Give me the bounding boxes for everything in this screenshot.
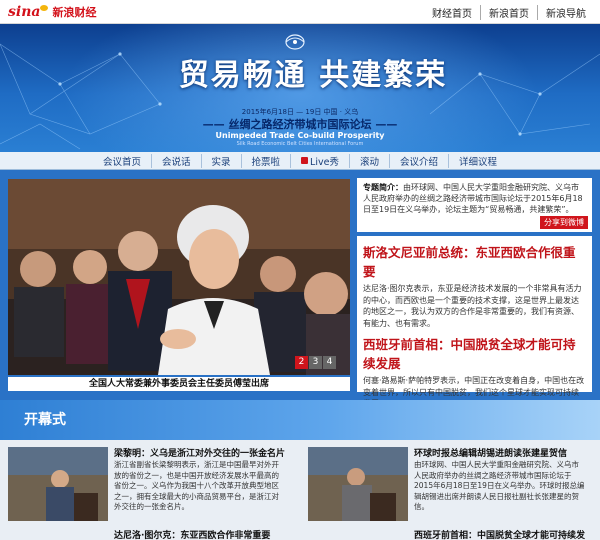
slideshow-pager: 2 3 4 bbox=[294, 356, 336, 369]
nav-item-rolling[interactable]: 滚动 bbox=[348, 153, 389, 168]
nav-label: Live秀 bbox=[310, 156, 339, 168]
link-sina-nav[interactable]: 新浪导航 bbox=[537, 5, 594, 20]
news-card-1: 梁黎明：义乌是浙江对外交往的一张金名片 浙江省副省长梁黎明表示，浙江是中国最早对… bbox=[0, 444, 288, 540]
live-icon bbox=[301, 157, 309, 164]
topic-intro: 专题简介：由环球网、中国人民大学重阳金融研究院、义乌市人民政府举办的丝绸之路经济… bbox=[357, 178, 592, 232]
headline-1-text: 达尼洛·图尔克表示，东亚是经济技术发展的一个非常具有活力的中心，而西欧也是一个重… bbox=[363, 284, 582, 328]
nav-item-home[interactable]: 会议首页 bbox=[93, 154, 151, 168]
feature-photo-image bbox=[8, 179, 350, 375]
news-card-1-thumb[interactable] bbox=[8, 447, 108, 521]
banner-title: 贸易畅通 共建繁荣 bbox=[178, 58, 448, 93]
feature-photo[interactable] bbox=[8, 179, 350, 375]
share-weibo-button[interactable]: 分享到微博 bbox=[540, 216, 588, 229]
nav-label: 会议介绍 bbox=[399, 156, 438, 168]
finance-logo-text: 新浪财经 bbox=[52, 6, 97, 19]
news-card-2: 环球时报总编辑胡锡进朗读张建星贺信 由环球网、中国人民大学重阳金融研究院、义乌市… bbox=[300, 444, 588, 540]
nav-label: 实录 bbox=[211, 156, 231, 168]
news-card-1-title[interactable]: 梁黎明：义乌是浙江对外交往的一张金名片 bbox=[114, 446, 286, 459]
sina-eye-icon bbox=[40, 5, 49, 11]
nav-item-tickets[interactable]: 抢票啦 bbox=[240, 153, 291, 168]
pager-page-4[interactable]: 4 bbox=[323, 356, 336, 369]
forum-emblem-icon bbox=[285, 34, 305, 50]
link-finance-home[interactable]: 财经首页 bbox=[424, 5, 480, 20]
news-card-1-image bbox=[8, 447, 108, 521]
headline-1-title[interactable]: 斯洛文尼亚前总统：东亚西欧合作很重要 bbox=[363, 242, 586, 280]
news-card-1-text: 浙江省副省长梁黎明表示，浙江是中国最早对外开放的省份之一，也是中国开放经济发展水… bbox=[114, 460, 279, 511]
news-card-2-image bbox=[308, 447, 408, 521]
section-title: 开幕式 bbox=[24, 412, 66, 428]
sina-logo-text: sina bbox=[8, 4, 41, 20]
nav-item-about[interactable]: 会议介绍 bbox=[388, 153, 448, 168]
intro-label: 专题简介： bbox=[363, 183, 403, 192]
nav-label: 详细议程 bbox=[458, 156, 497, 168]
banner-english-forum: Silk Road Economic Belt Cities Internati… bbox=[236, 141, 364, 147]
sina-finance-logo[interactable]: sina 新浪财经 bbox=[8, 4, 96, 20]
nav-label: 抢票啦 bbox=[251, 156, 281, 168]
opening-ceremony-section: 开幕式 bbox=[0, 400, 600, 440]
news-card-2-thumb[interactable] bbox=[308, 447, 408, 521]
side-column: 专题简介：由环球网、中国人民大学重阳金融研究院、义乌市人民政府举办的丝绸之路经济… bbox=[357, 178, 592, 408]
nav-label: 会说话 bbox=[162, 156, 191, 168]
nav-item-live[interactable]: Live秀 bbox=[290, 153, 349, 168]
headline-2-title[interactable]: 西班牙前首相：中国脱贫全球才能可持续发展 bbox=[363, 334, 586, 372]
news-grid: 梁黎明：义乌是浙江对外交往的一张金名片 浙江省副省长梁黎明表示，浙江是中国最早对… bbox=[0, 440, 600, 540]
nav-label: 会议首页 bbox=[102, 156, 141, 168]
pager-page-3[interactable]: 3 bbox=[309, 356, 322, 369]
top-links: 财经首页 新浪首页 新浪导航 bbox=[424, 5, 594, 20]
headline-news: 斯洛文尼亚前总统：东亚西欧合作很重要 达尼洛·图尔克表示，东亚是经济技术发展的一… bbox=[357, 236, 592, 408]
top-bar: sina 新浪财经 财经首页 新浪首页 新浪导航 bbox=[0, 0, 600, 24]
nav-item-transcript[interactable]: 实录 bbox=[200, 153, 241, 168]
news-card-2-more[interactable]: 西班牙前首相：中国脱贫全球才能可持续发展 bbox=[414, 528, 586, 540]
feature-caption[interactable]: 全国人大常委兼外事委员会主任委员傅莹出席 bbox=[8, 377, 350, 391]
forum-nav: 会议首页 会说话 实录 抢票啦 Live秀 滚动 会议介绍 详细议程 bbox=[0, 152, 600, 170]
pager-page-2[interactable]: 2 bbox=[295, 356, 308, 369]
link-sina-home[interactable]: 新浪首页 bbox=[480, 5, 537, 20]
news-card-1-more[interactable]: 达尼洛·图尔克：东亚西欧合作非常重要 bbox=[114, 528, 286, 540]
nav-item-speech[interactable]: 会说话 bbox=[151, 153, 201, 168]
forum-banner: 贸易畅通 共建繁荣 2015年6月18日 — 19日 中国 · 义乌 —— 丝绸… bbox=[0, 24, 600, 152]
nav-item-agenda[interactable]: 详细议程 bbox=[447, 153, 507, 168]
banner-english-slogan: Unimpeded Trade Co-build Prosperity bbox=[215, 131, 385, 140]
news-card-2-title[interactable]: 环球时报总编辑胡锡进朗读张建星贺信 bbox=[414, 446, 586, 459]
nav-label: 滚动 bbox=[359, 156, 379, 168]
news-card-2-text: 由环球网、中国人民大学重阳金融研究院、义乌市人民政府举办的丝绸之路经济带城市国际… bbox=[414, 460, 585, 511]
main-content: 2 3 4 全国人大常委兼外事委员会主任委员傅莹出席 专题简介：由环球网、中国人… bbox=[0, 170, 600, 408]
banner-forum-name: —— 丝绸之路经济带城市国际论坛 —— bbox=[202, 118, 398, 131]
